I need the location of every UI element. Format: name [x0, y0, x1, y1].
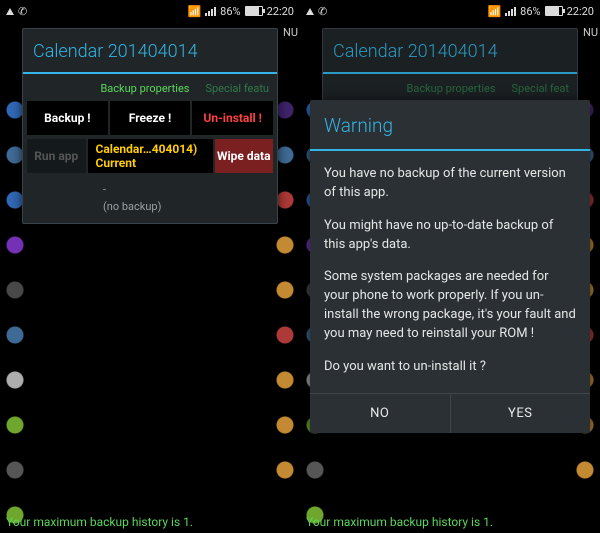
current-line1: Calendar…404014) — [96, 142, 213, 156]
clock: 22:20 — [267, 5, 294, 18]
signal-icon — [505, 6, 516, 16]
wifi-icon: 📶 — [187, 5, 201, 18]
status-bar: ✆ 📶 86% 22:20 — [0, 0, 300, 22]
wipe-data-button[interactable]: Wipe data — [215, 139, 274, 173]
battery-percent: 86% — [520, 5, 540, 18]
menu-fragment: NU — [583, 26, 598, 39]
tab-bar: Backup properties Special feat — [323, 74, 577, 101]
dialog-p2: You might have no up-to-date backup of t… — [324, 217, 576, 255]
signal-icon — [205, 6, 216, 16]
no-backup-label: (no backup) — [23, 196, 277, 213]
notification-icon — [6, 8, 14, 15]
app-panel-dimmed: Calendar 201404014 Backup properties Spe… — [322, 28, 578, 102]
backup-button[interactable]: Backup ! — [27, 101, 108, 135]
tab-backup-properties[interactable]: Backup properties — [92, 82, 197, 95]
dialog-yes-button[interactable]: YES — [450, 394, 591, 433]
tab-special-features: Special feat — [504, 82, 577, 95]
menu-fragment: NU — [283, 26, 298, 39]
screen-left: ✆ 📶 86% 22:20 NU Calendar 201404014 Back… — [0, 0, 300, 533]
current-line2: Current — [96, 156, 213, 170]
dialog-p4: Do you want to un-install it ? — [324, 358, 576, 377]
no-backup-row: - (no backup) — [23, 177, 277, 223]
panel-title: Calendar 201404014 — [323, 29, 577, 72]
footer-hint: Your maximum backup history is 1. — [306, 515, 493, 529]
footer-hint: Your maximum backup history is 1. — [6, 515, 193, 529]
battery-percent: 86% — [220, 5, 240, 18]
uninstall-button[interactable]: Un-install ! — [192, 101, 273, 135]
run-app-button: Run app — [27, 139, 86, 173]
dialog-p3: Some system packages are needed for your… — [324, 268, 576, 343]
clock: 22:20 — [567, 5, 594, 18]
dialog-p1: You have no backup of the current versio… — [324, 165, 576, 203]
phone-icon: ✆ — [318, 5, 327, 18]
warning-dialog: Warning You have no backup of the curren… — [310, 100, 590, 433]
panel-title: Calendar 201404014 — [23, 29, 277, 72]
dialog-no-button[interactable]: NO — [310, 394, 450, 433]
battery-icon — [545, 6, 563, 16]
tab-bar: Backup properties Special featu — [23, 74, 277, 101]
tab-special-features[interactable]: Special featu — [197, 82, 277, 95]
dialog-title: Warning — [310, 100, 590, 149]
phone-icon: ✆ — [18, 5, 27, 18]
app-panel: Calendar 201404014 Backup properties Spe… — [22, 28, 278, 224]
no-backup-dash: - — [23, 183, 277, 196]
dialog-body: You have no backup of the current versio… — [310, 151, 590, 393]
wifi-icon: 📶 — [487, 5, 501, 18]
notification-icon — [306, 8, 314, 15]
dialog-button-row: NO YES — [310, 393, 590, 433]
current-version-cell: Calendar…404014) Current — [88, 139, 213, 173]
battery-icon — [245, 6, 263, 16]
tab-backup-properties: Backup properties — [399, 82, 504, 95]
freeze-button[interactable]: Freeze ! — [110, 101, 191, 135]
screen-right: ✆ 📶 86% 22:20 NU Calendar 201404014 Back… — [300, 0, 600, 533]
status-bar: ✆ 📶 86% 22:20 — [300, 0, 600, 22]
